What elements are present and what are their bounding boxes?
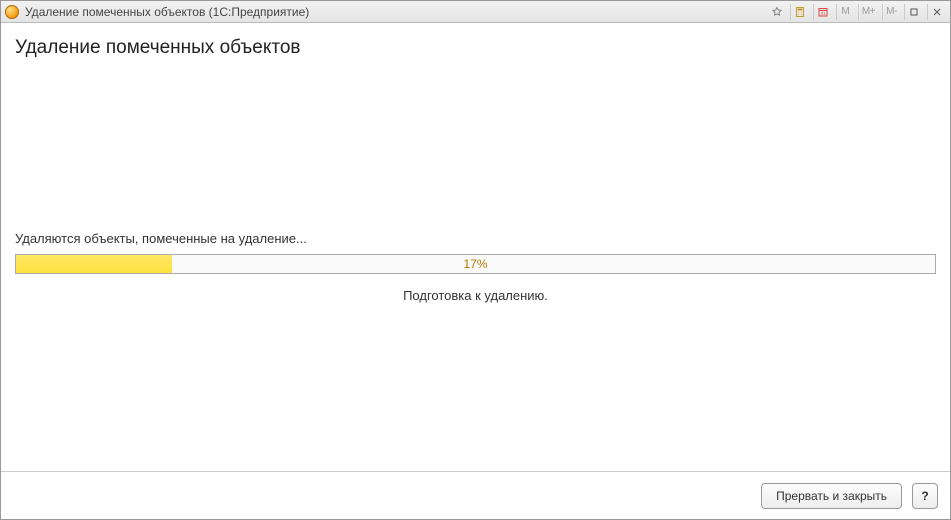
app-icon [5, 5, 19, 19]
page-title: Удаление помеченных объектов [15, 37, 936, 59]
favorite-icon[interactable] [768, 4, 786, 20]
substatus-text: Подготовка к удалению. [15, 288, 936, 303]
app-window: Удаление помеченных объектов (1С:Предпри… [0, 0, 951, 520]
help-button[interactable]: ? [912, 483, 938, 509]
memory-mminus-button[interactable]: M- [882, 4, 900, 20]
calculator-icon[interactable] [790, 4, 809, 20]
window-title: Удаление помеченных объектов (1С:Предпри… [25, 5, 309, 19]
close-icon[interactable] [927, 4, 946, 20]
svg-text:31: 31 [820, 11, 826, 16]
progress-bar: 17% [15, 254, 936, 274]
status-text: Удаляются объекты, помеченные на удалени… [15, 231, 936, 246]
memory-m-button[interactable]: M [836, 4, 854, 20]
footer: Прервать и закрыть ? [1, 471, 950, 519]
progress-percent-label: 17% [16, 255, 935, 273]
titlebar: Удаление помеченных объектов (1С:Предпри… [1, 1, 950, 23]
progress-section: Удаляются объекты, помеченные на удалени… [15, 231, 936, 303]
maximize-icon[interactable] [904, 4, 923, 20]
abort-and-close-button[interactable]: Прервать и закрыть [761, 483, 902, 509]
content-area: Удаление помеченных объектов Удаляются о… [1, 23, 950, 471]
memory-mplus-button[interactable]: M+ [858, 4, 878, 20]
calendar-icon[interactable]: 31 [813, 4, 832, 20]
